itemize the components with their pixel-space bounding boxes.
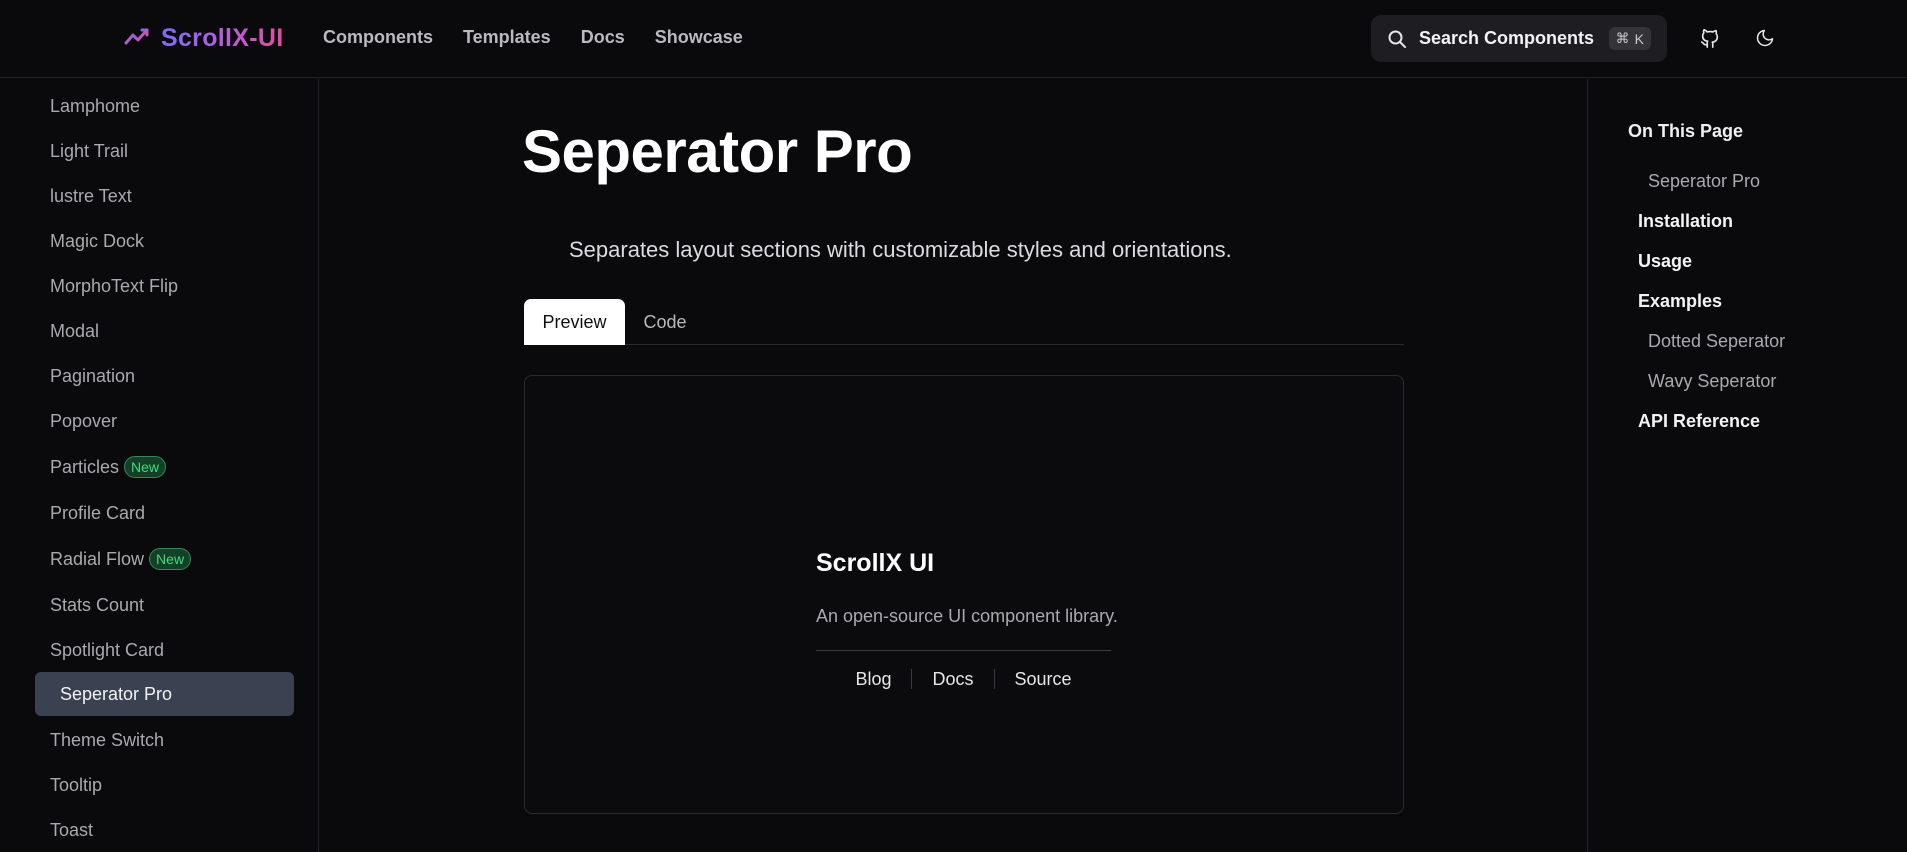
logo[interactable]: ScrollX-UI: [123, 24, 283, 53]
preview-code-tabs: Preview Code: [524, 299, 1404, 345]
sidebar-item-morphotext-flip[interactable]: MorphoText Flip: [35, 264, 294, 308]
preview-panel: ScrollX UI An open-source UI component l…: [524, 375, 1404, 814]
nav-link-components[interactable]: Components: [323, 27, 433, 48]
sidebar-item-label: Light Trail: [50, 140, 129, 161]
sidebar-item-magic-dock[interactable]: Magic Dock: [35, 219, 294, 263]
sidebar-item-lamphome[interactable]: Lamphome: [35, 84, 294, 128]
sidebar-item-modal[interactable]: Modal: [35, 309, 294, 353]
sidebar-item-label: Modal: [50, 320, 100, 341]
nav-link-templates[interactable]: Templates: [463, 27, 551, 48]
sidebar-item-label: Spotlight Card: [50, 639, 165, 660]
sidebar-item-label: Profile Card: [50, 502, 146, 523]
sidebar-item-theme-switch[interactable]: Theme Switch: [35, 718, 294, 762]
sidebar-item-toast[interactable]: Toast: [35, 808, 294, 852]
page-title: Seperator Pro: [522, 118, 913, 185]
sidebar-item-label: Popover: [50, 410, 118, 431]
github-icon: [1700, 29, 1719, 48]
sidebar-item-label: Theme Switch: [50, 729, 165, 750]
logo-text: ScrollX-UI: [161, 24, 284, 52]
sidebar-item-lustre-text[interactable]: lustre Text: [35, 174, 294, 218]
sidebar-item-label: Magic Dock: [50, 230, 145, 251]
shortcut-key: K: [1634, 30, 1644, 47]
demo-link-docs[interactable]: Docs: [912, 669, 993, 690]
horizontal-separator: [816, 650, 1111, 651]
tab-preview[interactable]: Preview: [524, 299, 625, 345]
sidebar-item-label: Tooltip: [50, 774, 103, 795]
sidebar-item-radial-flow[interactable]: Radial Flow New: [35, 537, 294, 581]
toc-item-usage[interactable]: Usage: [1638, 251, 1692, 272]
new-badge: New: [124, 456, 167, 478]
sidebar-item-label: Radial Flow: [50, 548, 145, 569]
search-button[interactable]: Search Components ⌘ K: [1371, 15, 1667, 62]
search-shortcut: ⌘ K: [1608, 27, 1651, 50]
sidebar-item-spotlight-card[interactable]: Spotlight Card: [35, 628, 294, 672]
search-label: Search Components: [1419, 28, 1595, 48]
toc-heading: On This Page: [1628, 121, 1744, 141]
sidebar-item-label: Toast: [50, 819, 94, 840]
toc-item-seperator-pro[interactable]: Seperator Pro: [1648, 171, 1760, 192]
nav-link-showcase[interactable]: Showcase: [655, 27, 743, 48]
sidebar-item-popover[interactable]: Popover: [35, 399, 294, 443]
sidebar-item-particles[interactable]: Particles New: [35, 445, 294, 489]
sidebar: Lamphome Light Trail lustre Text Magic D…: [0, 79, 319, 852]
sidebar-item-profile-card[interactable]: Profile Card: [35, 491, 294, 535]
sidebar-item-tooltip[interactable]: Tooltip: [35, 763, 294, 807]
github-button[interactable]: [1696, 24, 1724, 52]
new-badge: New: [149, 548, 192, 570]
on-this-page-toc: On This Page Seperator Pro Installation …: [1587, 79, 1907, 852]
demo-title: ScrollX UI: [816, 549, 935, 577]
sidebar-item-pagination[interactable]: Pagination: [35, 354, 294, 398]
sidebar-item-label: Particles: [50, 456, 120, 477]
tab-code[interactable]: Code: [625, 299, 705, 345]
demo-link-blog[interactable]: Blog: [835, 669, 911, 690]
sidebar-item-label: Seperator Pro: [60, 683, 173, 704]
toc-item-dotted-seperator[interactable]: Dotted Seperator: [1648, 331, 1785, 352]
toc-item-api-reference[interactable]: API Reference: [1638, 411, 1760, 432]
top-nav: Components Templates Docs Showcase: [323, 27, 743, 48]
theme-toggle-button[interactable]: [1751, 24, 1779, 52]
demo-links: Blog Docs Source: [816, 666, 1111, 692]
top-header: ScrollX-UI Components Templates Docs Sho…: [0, 0, 1907, 78]
sidebar-item-label: MorphoText Flip: [50, 275, 179, 296]
moon-icon: [1756, 29, 1774, 47]
command-key-icon: ⌘: [1615, 30, 1630, 46]
sidebar-item-light-trail[interactable]: Light Trail: [35, 129, 294, 173]
page-description: Separates layout sections with customiza…: [569, 237, 1232, 262]
toc-item-examples[interactable]: Examples: [1638, 291, 1722, 312]
toc-item-wavy-seperator[interactable]: Wavy Seperator: [1648, 371, 1776, 392]
demo-link-source[interactable]: Source: [995, 669, 1092, 690]
sidebar-item-label: Pagination: [50, 365, 136, 386]
nav-link-docs[interactable]: Docs: [581, 27, 625, 48]
sidebar-item-label: Stats Count: [50, 594, 145, 615]
sidebar-item-label: lustre Text: [50, 185, 132, 206]
sidebar-item-seperator-pro[interactable]: Seperator Pro: [35, 672, 294, 716]
demo-subtitle: An open-source UI component library.: [816, 606, 1118, 626]
search-icon: [1388, 30, 1406, 48]
logo-chart-icon: [124, 28, 150, 50]
sidebar-item-label: Lamphome: [50, 95, 141, 116]
sidebar-item-stats-count[interactable]: Stats Count: [35, 583, 294, 627]
toc-item-installation[interactable]: Installation: [1638, 211, 1733, 232]
